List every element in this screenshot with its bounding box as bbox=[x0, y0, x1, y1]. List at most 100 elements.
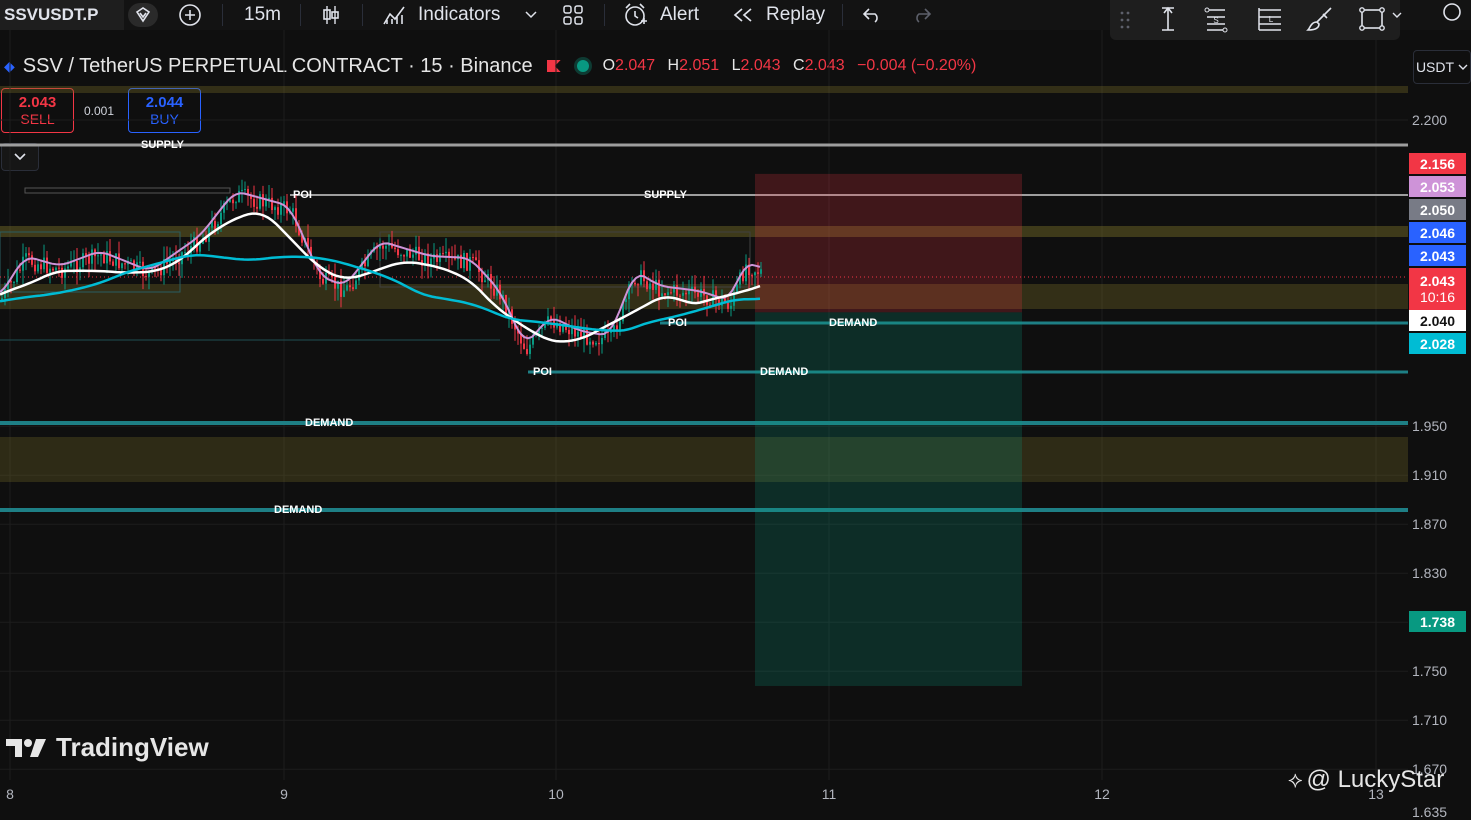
indicators-chevron-down-icon[interactable] bbox=[522, 6, 540, 24]
candle-body bbox=[244, 188, 246, 190]
candle-body bbox=[43, 257, 45, 270]
candle-body bbox=[262, 194, 264, 207]
candle-body bbox=[568, 329, 570, 335]
interval-button[interactable]: 15m bbox=[244, 0, 281, 30]
candle-body bbox=[118, 253, 120, 269]
candle-body bbox=[346, 285, 348, 291]
candle-body bbox=[235, 202, 237, 204]
zone-label: POI bbox=[293, 189, 312, 201]
candle-body bbox=[625, 299, 627, 303]
zone-label: POI bbox=[668, 317, 687, 329]
candle-body bbox=[445, 251, 447, 254]
price-axis-label: 2.050 bbox=[1409, 199, 1466, 220]
candle-body bbox=[91, 249, 93, 264]
candle-body bbox=[577, 331, 579, 337]
undo-icon[interactable] bbox=[858, 3, 886, 27]
candle-body bbox=[526, 348, 528, 354]
candle-body bbox=[37, 264, 39, 272]
alert-clock-icon[interactable] bbox=[620, 2, 650, 28]
candle-body bbox=[25, 253, 27, 257]
candle-body bbox=[754, 272, 756, 276]
candle-body bbox=[67, 266, 69, 269]
candles-chart-type-icon[interactable] bbox=[318, 3, 344, 27]
candle-body bbox=[271, 197, 273, 211]
position-stop-zone bbox=[755, 173, 1022, 313]
redo-icon[interactable] bbox=[908, 3, 936, 27]
price-axis-label: 2.053 bbox=[1409, 176, 1466, 197]
candle-body bbox=[268, 197, 270, 200]
candle-body bbox=[760, 269, 762, 274]
candle-body bbox=[442, 253, 444, 255]
candle-body bbox=[727, 302, 729, 309]
time-tick-label: 12 bbox=[1094, 786, 1110, 802]
time-tick-label: 9 bbox=[280, 786, 288, 802]
candle-body bbox=[736, 284, 738, 293]
candle-body bbox=[592, 341, 594, 345]
candle-body bbox=[199, 243, 201, 252]
candle-body bbox=[475, 257, 477, 261]
candle-body bbox=[730, 305, 732, 309]
drawing-menu-chevron-down-icon[interactable] bbox=[1390, 8, 1404, 22]
candle-body bbox=[682, 292, 684, 296]
replay-icon[interactable] bbox=[730, 3, 756, 27]
candle-body bbox=[100, 254, 102, 256]
alert-button[interactable]: Alert bbox=[660, 0, 699, 30]
candle-body bbox=[232, 199, 234, 204]
zone-label: DEMAND bbox=[274, 504, 323, 516]
price-tick-label: 1.710 bbox=[1412, 712, 1448, 729]
candle-body bbox=[403, 255, 405, 257]
symbol-search-button[interactable]: SSVUSDT.P bbox=[0, 0, 124, 30]
zone-label: DEMAND bbox=[760, 366, 809, 378]
candle-body bbox=[88, 255, 90, 264]
theme-sun-icon[interactable] bbox=[1436, 2, 1466, 28]
candle-body bbox=[523, 343, 525, 349]
time-tick-label: 10 bbox=[548, 786, 564, 802]
candle-body bbox=[253, 198, 255, 207]
candle-body bbox=[322, 278, 324, 284]
candle-body bbox=[472, 257, 474, 259]
candle-body bbox=[49, 268, 51, 273]
candle-body bbox=[121, 263, 123, 269]
candle-body bbox=[139, 261, 141, 263]
tradingview-logo[interactable]: TradingView bbox=[6, 732, 209, 763]
candle-body bbox=[646, 281, 648, 290]
candle-body bbox=[601, 337, 603, 345]
price-tick-label: 1.950 bbox=[1412, 418, 1448, 435]
candle-body bbox=[757, 272, 759, 274]
candle-body bbox=[103, 254, 105, 264]
zone-label: DEMAND bbox=[829, 317, 878, 329]
replay-button[interactable]: Replay bbox=[766, 0, 825, 30]
candle-body bbox=[634, 282, 636, 285]
candle-body bbox=[184, 252, 186, 254]
candle-body bbox=[493, 288, 495, 296]
add-symbol-icon[interactable] bbox=[176, 2, 204, 28]
candle-body bbox=[598, 342, 600, 345]
price-axis-label: 2.043 bbox=[1409, 245, 1466, 266]
candle-body bbox=[529, 344, 531, 354]
indicators-icon[interactable] bbox=[380, 3, 408, 27]
candle-body bbox=[466, 252, 468, 271]
candle-body bbox=[124, 263, 126, 265]
candle-body bbox=[55, 267, 57, 271]
time-tick-label: 11 bbox=[821, 786, 837, 802]
candle-body bbox=[670, 292, 672, 294]
price-chart[interactable] bbox=[0, 30, 1408, 810]
price-tick-label: 1.910 bbox=[1412, 467, 1448, 484]
candle-body bbox=[571, 327, 573, 335]
candle-body bbox=[562, 325, 564, 332]
price-axis-label: 2.028 bbox=[1409, 333, 1466, 354]
candle-body bbox=[259, 194, 261, 209]
candle-body bbox=[82, 253, 84, 268]
compare-icon[interactable] bbox=[128, 3, 158, 27]
layouts-grid-icon[interactable] bbox=[560, 3, 586, 27]
candle-body bbox=[292, 208, 294, 212]
candle-body bbox=[595, 342, 597, 345]
candle-body bbox=[652, 283, 654, 290]
zone-label: DEMAND bbox=[305, 417, 354, 429]
price-tick-label: 2.200 bbox=[1412, 112, 1448, 128]
candle-body bbox=[649, 283, 651, 290]
candle-body bbox=[397, 249, 399, 256]
price-axis-label: 2.156 bbox=[1409, 153, 1466, 174]
currency-selector[interactable]: USDT bbox=[1413, 50, 1471, 84]
indicators-button[interactable]: Indicators bbox=[418, 0, 500, 30]
